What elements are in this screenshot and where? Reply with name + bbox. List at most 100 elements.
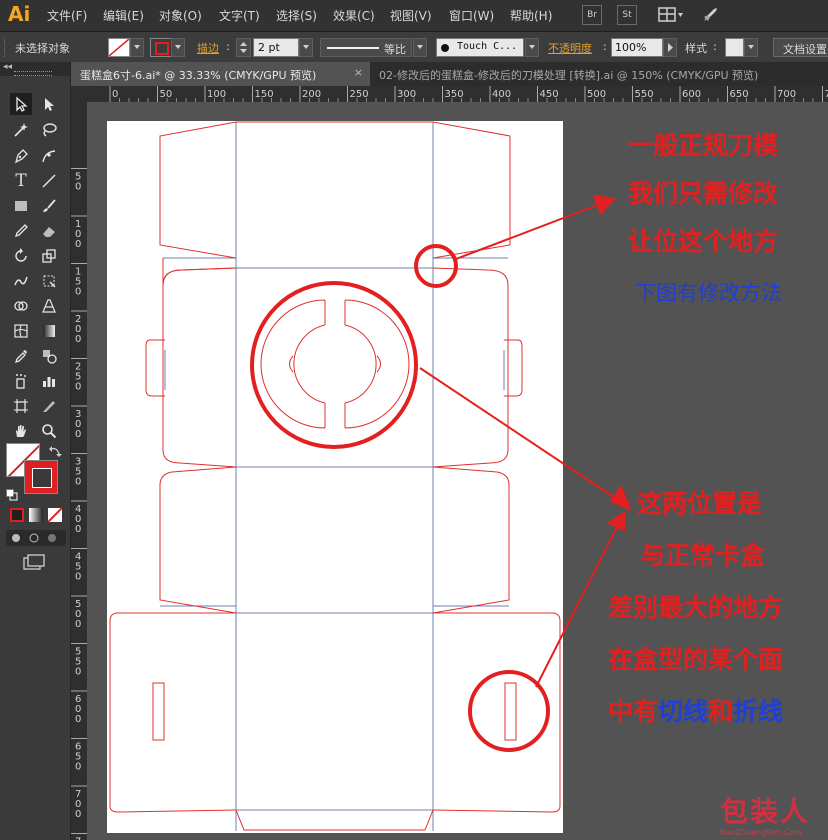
control-grip-icon — [4, 38, 8, 57]
mesh-tool-icon[interactable] — [10, 320, 32, 342]
h-ruler-label: 150 — [255, 89, 274, 100]
menu-help[interactable]: 帮助(H) — [510, 7, 552, 24]
h-ruler-label: 100 — [207, 89, 226, 100]
menu-select[interactable]: 选择(S) — [276, 7, 317, 24]
rocket-icon[interactable] — [700, 5, 720, 25]
selection-tool-icon[interactable] — [10, 93, 32, 115]
menu-object[interactable]: 对象(O) — [159, 7, 202, 24]
ruler-origin[interactable] — [71, 86, 90, 102]
panel-grip-icon[interactable] — [14, 71, 52, 76]
v-ruler-label: 0 — [75, 667, 81, 678]
curvature-tool-icon[interactable] — [38, 145, 60, 167]
rectangle-tool-icon[interactable] — [10, 195, 32, 217]
v-ruler-label: 0 — [75, 809, 81, 820]
perspective-grid-tool-icon[interactable] — [38, 295, 60, 317]
lasso-tool-icon[interactable] — [38, 119, 60, 141]
menu-view[interactable]: 视图(V) — [390, 7, 432, 24]
artboard-tool-icon[interactable] — [10, 395, 32, 417]
column-graph-tool-icon[interactable] — [38, 370, 60, 392]
warp-tool-icon[interactable] — [10, 270, 32, 292]
brush-name: Touch C... — [457, 41, 518, 52]
slice-tool-icon[interactable] — [38, 395, 60, 417]
stroke-weight-field[interactable]: 2 pt — [253, 38, 299, 57]
note2-line1: 这两位置是 — [637, 489, 763, 518]
free-transform-tool-icon[interactable] — [38, 270, 60, 292]
draw-mode-icons[interactable] — [6, 530, 66, 546]
brush-dropdown[interactable] — [525, 38, 539, 57]
zoom-tool-icon[interactable] — [38, 420, 60, 442]
document-tabs: 蛋糕盒6寸-6.ai* @ 33.33% (CMYK/GPU 预览) × 02-… — [71, 62, 828, 86]
fill-dropdown[interactable] — [130, 38, 144, 57]
menu-window[interactable]: 窗口(W) — [449, 7, 494, 24]
hand-tool-icon[interactable] — [10, 420, 32, 442]
pencil-tool-icon[interactable] — [10, 220, 32, 242]
shape-builder-tool-icon[interactable] — [10, 295, 32, 317]
symbol-sprayer-tool-icon[interactable] — [10, 370, 32, 392]
note2-line3: 差别最大的地方 — [608, 593, 784, 622]
collapse-icon[interactable]: ◂◂ — [3, 62, 12, 72]
brush-definition[interactable]: Touch C... — [436, 38, 524, 57]
v-ruler-label: 0 — [75, 334, 81, 345]
swap-colors-icon[interactable] — [48, 444, 62, 458]
app-logo[interactable]: Ai — [8, 2, 30, 26]
bridge-button[interactable]: Br — [582, 5, 602, 25]
opacity-field[interactable]: 100% — [611, 38, 663, 57]
tab-inactive-document[interactable]: 02-修改后的蛋糕盒-修改后的刀模处理 [转换].ai @ 150% (CMYK… — [370, 62, 828, 86]
line-tool-icon[interactable] — [38, 170, 60, 192]
document-setup-button[interactable]: 文档设置 — [773, 38, 828, 57]
default-colors-icon[interactable] — [6, 486, 18, 501]
gradient-mode-icon[interactable] — [29, 508, 43, 522]
note2-line5-c: 和 — [708, 697, 734, 726]
menu-effect[interactable]: 效果(C) — [333, 7, 375, 24]
h-ruler-label: 600 — [682, 89, 701, 100]
direct-selection-tool-icon[interactable] — [38, 93, 60, 115]
tools-panel-header: ◂◂ — [0, 62, 70, 76]
h-ruler-label: 350 — [445, 89, 464, 100]
stroke-swatch[interactable] — [150, 38, 172, 57]
v-ruler-label: 0 — [75, 524, 81, 535]
workspace-layout-icon[interactable] — [658, 7, 684, 23]
v-ruler-label: 0 — [75, 619, 81, 630]
stroke-spinner[interactable] — [236, 38, 251, 57]
gradient-tool-icon[interactable] — [38, 320, 60, 342]
blend-tool-icon[interactable] — [38, 345, 60, 367]
none-mode-icon[interactable] — [48, 508, 62, 522]
stroke-weight-dropdown[interactable] — [299, 38, 313, 57]
stroke-color-swatch[interactable] — [24, 460, 58, 494]
eyedropper-tool-icon[interactable] — [10, 345, 32, 367]
profile-dropdown[interactable] — [413, 38, 427, 57]
stroke-label[interactable]: 描边 — [197, 40, 219, 56]
variable-width-profile[interactable]: 等比 — [320, 38, 412, 57]
rotate-tool-icon[interactable] — [10, 245, 32, 267]
vertical-ruler[interactable]: 5010015020025030035040045050055060065070… — [71, 102, 88, 840]
magic-wand-tool-icon[interactable] — [10, 119, 32, 141]
color-mode-icon[interactable] — [10, 508, 24, 522]
opacity-arrow[interactable] — [663, 38, 677, 57]
h-ruler-label: 250 — [350, 89, 369, 100]
note2-line5-b: 切线 — [658, 697, 709, 726]
screen-mode-icon[interactable] — [22, 553, 48, 571]
eraser-tool-icon[interactable] — [38, 220, 60, 242]
stock-button[interactable]: St — [617, 5, 637, 25]
menu-type[interactable]: 文字(T) — [219, 7, 260, 24]
type-tool-icon[interactable]: T — [10, 170, 32, 192]
menu-bar: Ai 文件(F) 编辑(E) 对象(O) 文字(T) 选择(S) 效果(C) 视… — [0, 0, 828, 32]
watermark-logo: 包装人 BaoZhuangRen.Com — [720, 790, 824, 838]
style-colon: : — [713, 40, 717, 53]
stroke-dropdown[interactable] — [171, 38, 185, 57]
graphic-style-swatch[interactable] — [725, 38, 744, 57]
artboard[interactable] — [107, 121, 563, 833]
opacity-label[interactable]: 不透明度 — [548, 40, 592, 56]
menu-edit[interactable]: 编辑(E) — [103, 7, 144, 24]
scale-tool-icon[interactable] — [38, 245, 60, 267]
horizontal-ruler[interactable]: 0 50 100 150 200 250 300 350 400 450 500 550 600 650 7… — [90, 86, 828, 103]
graphic-style-dropdown[interactable] — [744, 38, 758, 57]
pen-tool-icon[interactable] — [10, 145, 32, 167]
menu-file[interactable]: 文件(F) — [47, 7, 87, 24]
fill-swatch[interactable] — [108, 38, 130, 57]
tab-active-document[interactable]: 蛋糕盒6寸-6.ai* @ 33.33% (CMYK/GPU 预览) × — [71, 62, 370, 86]
tab-close-icon[interactable]: × — [354, 66, 363, 79]
brush-dot-icon — [441, 44, 449, 52]
v-ruler-label: 0 — [75, 714, 81, 725]
paintbrush-tool-icon[interactable] — [38, 195, 60, 217]
